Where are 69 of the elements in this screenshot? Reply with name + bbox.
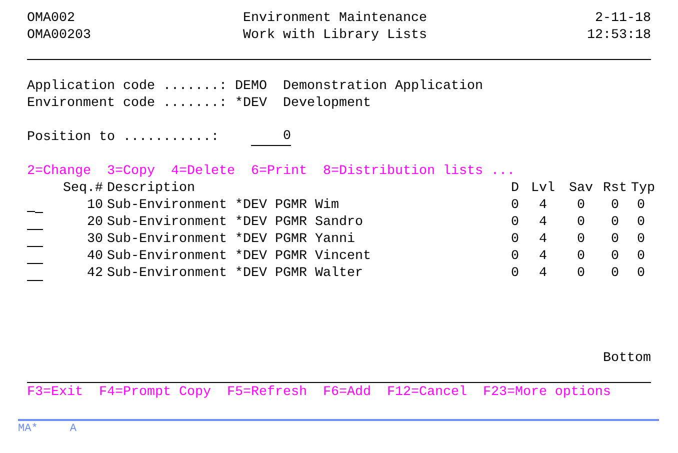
table-cell-text: 30 [86,231,104,248]
field-label: Application code .......: [27,78,228,95]
option-hint: 8=Distribution lists ... [323,163,515,180]
field-label: Environment code .......: [27,95,228,112]
table-cell-text: 0 [576,197,586,214]
table-cell-text: 0 [636,214,646,231]
field-value: *DEV [235,95,268,112]
table-cell-text: 0 [576,231,586,248]
table-cell-text: Sub-Environment *DEV PGMR Sandro [107,214,364,231]
field-description: Demonstration Application [283,78,483,95]
table-cell-text: Sub-Environment *DEV PGMR Wim [107,197,340,214]
function-key[interactable]: F12=Cancel [386,384,467,401]
table-cell-text: 0 [610,214,620,231]
table-cell-text: Sub-Environment *DEV PGMR Yanni [107,231,356,248]
field-value: DEMO [235,78,268,95]
column-header: Sav [568,180,594,197]
function-key[interactable]: F4=Prompt Copy [99,384,211,401]
function-key[interactable]: F23=More options [482,384,611,401]
column-header: Rst [602,180,628,197]
table-cell-text: 4 [538,248,548,265]
screen-subtitle: Work with Library Lists [243,27,428,44]
option-hint: 2=Change [27,163,91,180]
table-cell-text: 0 [576,265,586,282]
time: 12:53:18 [587,27,651,44]
table-cell-text: 42 [86,265,104,282]
table-cell-text: 4 [538,231,548,248]
table-cell-text: 0 [510,265,520,282]
option-hint: 3=Copy [107,163,155,180]
table-cell-text: 0 [576,248,586,265]
table-cell-text: 0 [610,231,620,248]
table-cell-text: 0 [510,197,520,214]
table-cell-text: 0 [636,197,646,214]
field-description: Development [283,95,371,112]
table-cell-text: 0 [636,231,646,248]
column-header: D [510,180,520,197]
field-label: Position to ...........: [27,129,220,146]
table-cell-text: 4 [538,214,548,231]
session-indicator: MA* [18,422,38,437]
option-hint: 4=Delete [171,163,235,180]
table-cell-text: 0 [510,248,520,265]
date: 2-11-18 [595,10,651,27]
more-indicator: Bottom [603,351,651,366]
table-cell-text: 0 [636,248,646,265]
function-key[interactable]: F5=Refresh [226,384,307,401]
input-field[interactable]: 0 [251,129,291,146]
program-name: OMA002 [27,10,76,27]
function-key[interactable]: F6=Add [322,384,371,401]
column-header: Lvl [530,180,556,197]
table-cell-text: 0 [610,248,620,265]
table-cell-text: 40 [86,248,104,265]
column-header: Description [107,180,196,197]
table-cell-text: 10 [86,197,104,214]
table-cell-text: 0 [636,265,646,282]
table-cell-text: 0 [510,214,520,231]
input-mode: A [70,422,76,437]
table-cell-text: Sub-Environment *DEV PGMR Vincent [107,248,372,265]
column-header: Seq.# [63,180,104,197]
screen-title: Environment Maintenance [243,10,428,27]
table-cell-text: 20 [86,214,104,231]
screen-id: OMA00203 [27,27,92,44]
table-cell-text: 0 [610,265,620,282]
table-cell-text: 4 [538,265,548,282]
table-cell-text: Sub-Environment *DEV PGMR Walter [107,265,364,282]
option-hint: 6=Print [251,163,307,180]
table-cell-text: 0 [576,214,586,231]
function-key[interactable]: F3=Exit [27,384,83,401]
table-cell-text: 0 [610,197,620,214]
table-cell-text: 4 [538,197,548,214]
table-cell-text: 0 [510,231,520,248]
